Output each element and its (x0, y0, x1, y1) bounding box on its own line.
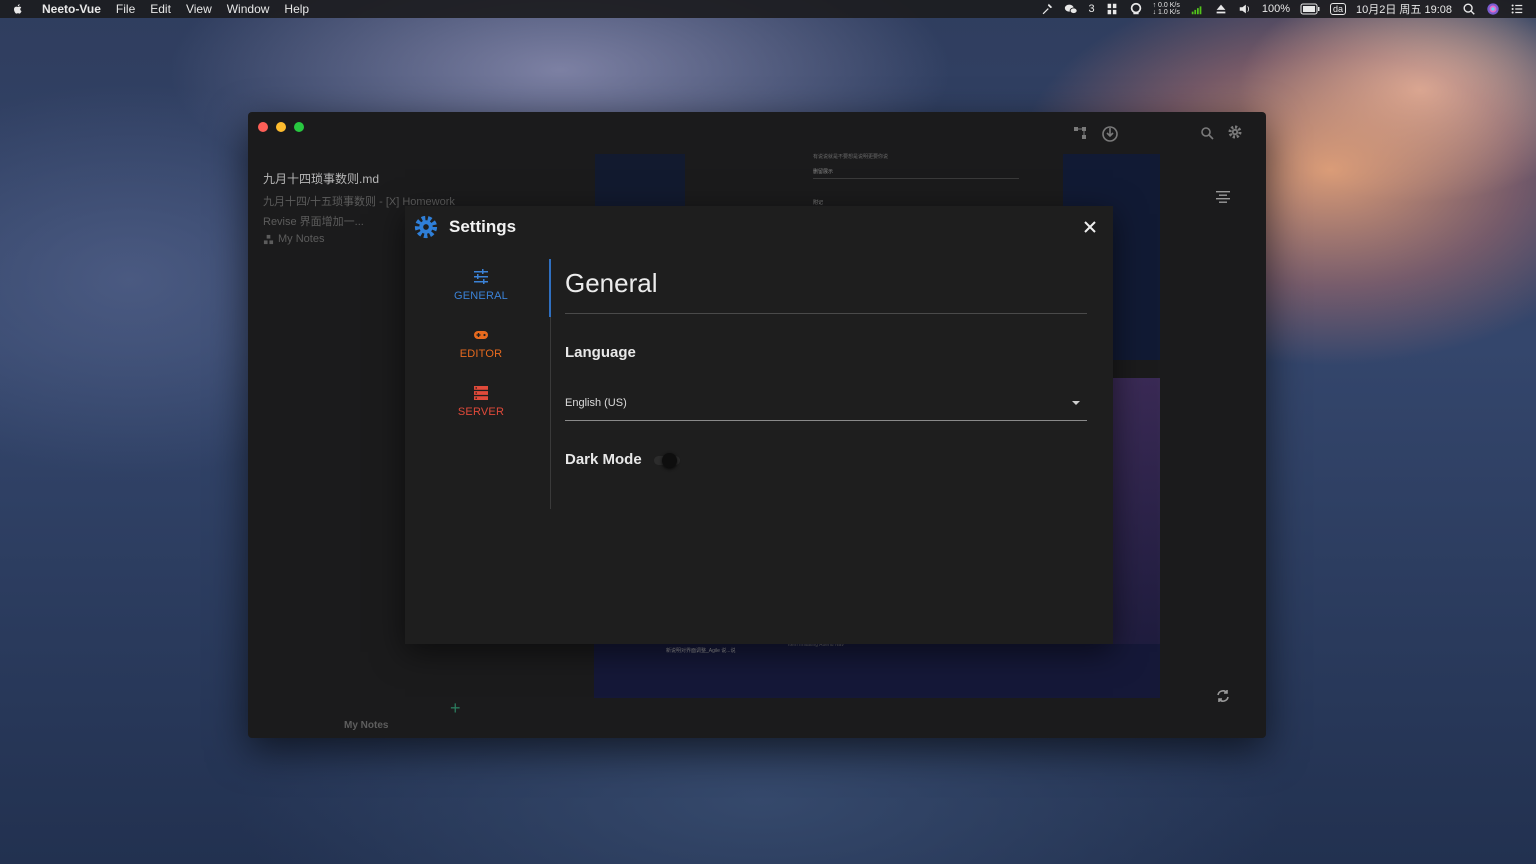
settings-title: Settings (449, 217, 517, 236)
align-center-icon[interactable] (1214, 188, 1232, 206)
tab-server-label: SERVER (457, 406, 505, 418)
sliders-icon (474, 269, 488, 284)
notification-center-icon[interactable] (1510, 2, 1524, 16)
note-title: 九月十四琐事数则.md (263, 172, 380, 186)
toggle-knob (661, 452, 677, 468)
gear-icon (414, 215, 438, 239)
menu-help[interactable]: Help (284, 0, 309, 18)
language-select[interactable]: English (US) (565, 385, 1087, 421)
spotlight-search-icon[interactable] (1462, 2, 1476, 16)
eject-icon[interactable] (1214, 2, 1228, 16)
battery-percent: 100% (1261, 3, 1290, 15)
menu-bar: Neeto-Vue File Edit View Window Help 3 ↑… (0, 0, 1536, 18)
dark-mode-label: Dark Mode (565, 451, 642, 468)
network-up: ↑ 0.0 K/s (1152, 2, 1180, 9)
sync-cloud-icon[interactable] (1100, 124, 1120, 144)
app-menu[interactable]: Neeto-Vue (42, 0, 101, 18)
diagram-icon[interactable] (1072, 125, 1088, 141)
wechat-icon[interactable] (1064, 2, 1079, 16)
apple-icon[interactable] (12, 2, 24, 16)
siri-icon[interactable] (1486, 2, 1500, 16)
zoom-window-button[interactable] (294, 122, 304, 132)
wechat-count: 3 (1088, 3, 1095, 15)
settings-nav: GENERAL EDITOR SERVER (445, 268, 517, 442)
preview-text: 新说明对界面调整_Agile 说...说 (666, 648, 736, 654)
active-tab-indicator (549, 259, 551, 317)
tab-server[interactable]: SERVER (445, 384, 517, 442)
gear-icon[interactable] (1227, 124, 1243, 140)
gamepad-icon (474, 331, 488, 339)
dark-mode-toggle[interactable] (652, 452, 680, 468)
add-note-button[interactable]: + (450, 698, 461, 719)
preview-text: 有说说就是不要想是说明更要你说 (813, 154, 889, 160)
network-down: ↓ 1.0 K/s (1152, 9, 1180, 16)
menu-window[interactable]: Window (227, 0, 270, 18)
settings-dialog: Settings GENERAL EDITOR SERVER General L… (405, 206, 1113, 644)
tab-editor[interactable]: EDITOR (445, 326, 517, 384)
close-window-button[interactable] (258, 122, 268, 132)
network-speed: ↑ 0.0 K/s ↓ 1.0 K/s (1153, 2, 1180, 16)
preview-text: 附记 (813, 200, 824, 206)
preview-divider (813, 178, 1019, 179)
clock[interactable]: 10月2日 周五 19:08 (1356, 1, 1452, 17)
settings-content: General Language English (US) Dark Mode (565, 268, 1087, 468)
preview-text: 删留展示 (813, 169, 834, 175)
heading-divider (565, 313, 1087, 314)
menu-view[interactable]: View (186, 0, 212, 18)
server-stack-icon (474, 386, 488, 400)
language-label: Language (565, 344, 636, 361)
preview-fragment (595, 154, 685, 208)
volume-icon[interactable] (1238, 2, 1252, 16)
section-heading: General (565, 268, 658, 298)
tab-editor-label: EDITOR (459, 348, 503, 360)
grid-app-icon[interactable] (1105, 2, 1119, 16)
tools-icon[interactable] (1040, 2, 1054, 16)
note-folder-name: My Notes (278, 233, 325, 245)
minimize-window-button[interactable] (276, 122, 286, 132)
tab-general-label: GENERAL (454, 290, 508, 302)
refresh-icon[interactable] (1214, 687, 1232, 705)
menu-edit[interactable]: Edit (150, 0, 171, 18)
battery-icon[interactable] (1300, 2, 1320, 16)
tab-general[interactable]: GENERAL (445, 268, 517, 326)
notebook-label[interactable]: My Notes (344, 720, 388, 731)
dark-mode-row: Dark Mode (565, 451, 1087, 468)
qq-icon[interactable] (1129, 2, 1143, 16)
signal-icon[interactable] (1190, 2, 1204, 16)
input-method-indicator[interactable]: da (1329, 3, 1346, 15)
caret-down-icon (1072, 400, 1080, 405)
close-icon[interactable] (1081, 218, 1099, 236)
settings-header: Settings (413, 214, 516, 240)
language-value: English (US) (565, 396, 627, 409)
folder-tree-icon (263, 234, 274, 244)
search-icon[interactable] (1199, 125, 1215, 141)
menu-file[interactable]: File (116, 0, 135, 18)
window-controls (258, 122, 304, 132)
